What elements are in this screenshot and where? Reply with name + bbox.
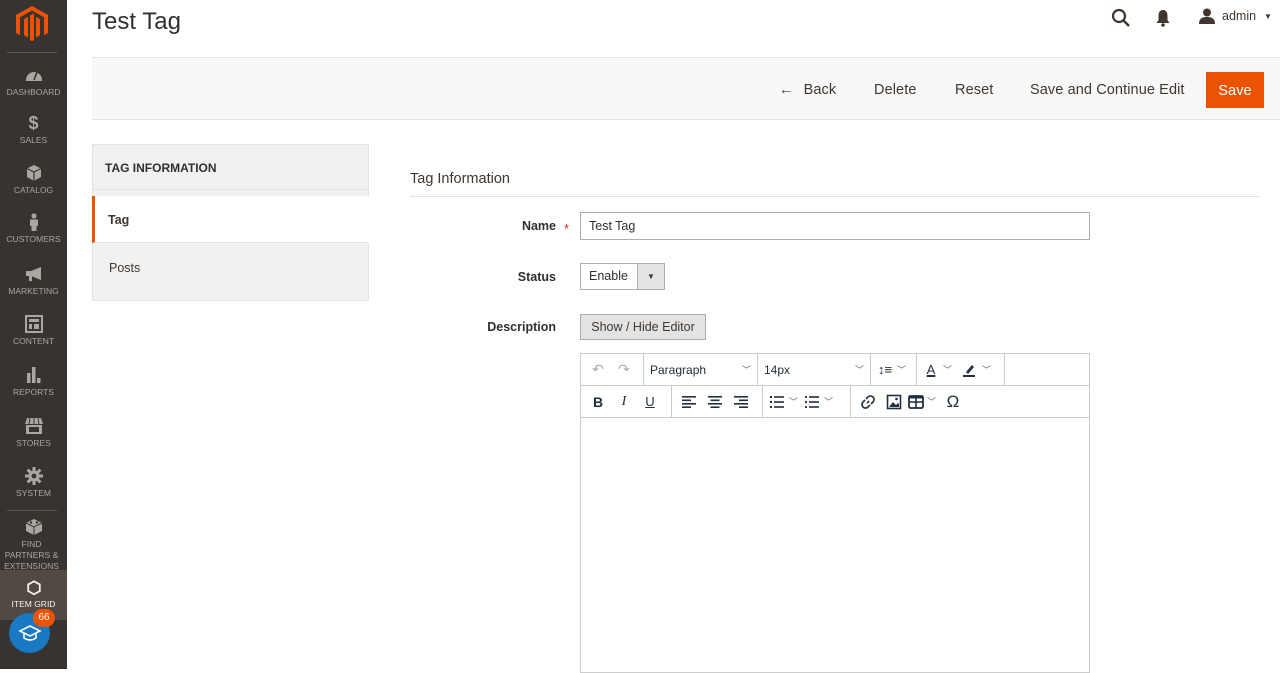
save-and-continue-button[interactable]: Save and Continue Edit xyxy=(1030,72,1185,108)
text-color-icon[interactable]: A xyxy=(921,358,941,382)
chevron-down-icon: ﹀ xyxy=(943,365,953,375)
align-center-icon[interactable] xyxy=(702,390,728,414)
table-icon[interactable] xyxy=(907,390,925,414)
tabs-title: TAG INFORMATION xyxy=(92,144,369,189)
align-right-icon[interactable] xyxy=(728,390,754,414)
underline-icon[interactable]: U xyxy=(637,390,663,414)
tab-tag[interactable]: Tag xyxy=(92,196,369,243)
reset-button[interactable]: Reset xyxy=(955,72,993,108)
user-menu[interactable]: admin ▼ xyxy=(1198,8,1272,24)
user-icon xyxy=(1199,8,1215,24)
chevron-down-icon: ﹀ xyxy=(854,365,864,375)
status-selected-value: Enable xyxy=(589,269,628,283)
chevron-down-icon: ﹀ xyxy=(741,365,751,375)
dashboard-icon xyxy=(25,71,42,81)
highlight-color-icon[interactable] xyxy=(958,358,980,382)
person-icon xyxy=(29,213,38,231)
notification-count-badge: 66 xyxy=(33,609,55,627)
sidebar-item-customers[interactable]: Customers xyxy=(0,213,67,245)
font-size-select[interactable]: 14px ﹀ xyxy=(758,354,871,385)
wysiwyg-editor: ↶ ↷ Paragraph ﹀ 14px ﹀ ↕≡ ﹀ A ﹀ ﹀ B I U xyxy=(580,353,1090,673)
chevron-down-icon: ﹀ xyxy=(897,365,907,375)
gear-icon xyxy=(24,467,43,485)
chevron-down-icon: ﹀ xyxy=(824,397,834,407)
status-label: Status xyxy=(517,270,556,284)
chevron-down-icon: ﹀ xyxy=(982,365,992,375)
section-divider xyxy=(410,196,1260,197)
required-indicator: * xyxy=(564,221,570,236)
save-button[interactable]: Save xyxy=(1206,72,1264,108)
sidebar-item-find-partners[interactable]: Find Partners & Extensions xyxy=(0,518,67,572)
sidebar-divider xyxy=(7,510,57,511)
italic-icon[interactable]: I xyxy=(611,390,637,414)
line-height-icon[interactable]: ↕≡ xyxy=(875,358,895,382)
hexagon-icon xyxy=(26,580,41,596)
sidebar-item-content[interactable]: Content xyxy=(0,315,67,347)
sidebar-item-stores[interactable]: Stores xyxy=(0,417,67,449)
tab-posts[interactable]: Posts xyxy=(92,243,369,301)
name-input[interactable] xyxy=(580,212,1090,240)
arrow-left-icon: ← xyxy=(779,82,794,98)
sidebar-item-sales[interactable]: $ Sales xyxy=(0,114,67,146)
user-name: admin xyxy=(1222,9,1257,23)
box-icon xyxy=(26,165,41,181)
numbered-list-icon[interactable] xyxy=(767,390,787,414)
admin-sidebar: Dashboard $ Sales Catalog Customers Mark… xyxy=(0,0,67,669)
chevron-down-icon: ﹀ xyxy=(927,397,937,407)
megaphone-icon xyxy=(25,267,41,281)
link-icon[interactable] xyxy=(855,390,881,414)
sidebar-item-system[interactable]: System xyxy=(0,467,67,499)
name-label: Name xyxy=(521,219,556,233)
tag-tabs-panel: TAG INFORMATION Tag Posts xyxy=(92,144,369,301)
layout-icon xyxy=(24,315,43,333)
magento-logo-icon[interactable] xyxy=(16,6,48,42)
bold-icon[interactable]: B xyxy=(585,390,611,414)
blocks-icon xyxy=(25,519,42,535)
sidebar-divider xyxy=(7,52,57,53)
sidebar-item-marketing[interactable]: Marketing xyxy=(0,265,67,297)
dropdown-arrow-icon: ▼ xyxy=(637,264,664,289)
description-label: Description xyxy=(487,320,556,334)
block-format-select[interactable]: Paragraph ﹀ xyxy=(644,354,758,385)
page-actions-bar: ← Back Delete Reset Save and Continue Edi… xyxy=(92,57,1280,120)
image-icon[interactable] xyxy=(881,390,907,414)
redo-icon[interactable]: ↷ xyxy=(611,358,637,382)
sidebar-item-reports[interactable]: Reports xyxy=(0,366,67,398)
show-hide-editor-button[interactable]: Show / Hide Editor xyxy=(580,314,706,340)
editor-content-area[interactable] xyxy=(581,418,1089,672)
align-left-icon[interactable] xyxy=(676,390,702,414)
bell-icon[interactable] xyxy=(1155,9,1171,27)
search-icon[interactable] xyxy=(1111,8,1131,28)
status-select[interactable]: Enable ▼ xyxy=(580,263,665,290)
undo-icon[interactable]: ↶ xyxy=(585,358,611,382)
bar-chart-icon xyxy=(26,367,40,383)
storefront-icon xyxy=(24,417,43,434)
sidebar-item-dashboard[interactable]: Dashboard xyxy=(0,66,67,98)
sidebar-item-catalog[interactable]: Catalog xyxy=(0,164,67,196)
chevron-down-icon: ﹀ xyxy=(789,397,799,407)
special-character-icon[interactable]: Ω xyxy=(940,390,966,414)
caret-down-icon: ▼ xyxy=(1264,11,1272,21)
dollar-icon: $ xyxy=(28,113,39,133)
bullet-list-icon[interactable] xyxy=(802,390,822,414)
section-title: Tag Information xyxy=(410,171,510,187)
editor-toolbar-row-1: ↶ ↷ Paragraph ﹀ 14px ﹀ ↕≡ ﹀ A ﹀ ﹀ xyxy=(581,354,1089,386)
page-title: Test Tag xyxy=(92,8,181,35)
delete-button[interactable]: Delete xyxy=(874,72,917,108)
back-button[interactable]: ← Back xyxy=(779,72,836,108)
editor-toolbar-row-2: B I U ﹀ ﹀ ﹀ Ω xyxy=(581,386,1089,418)
